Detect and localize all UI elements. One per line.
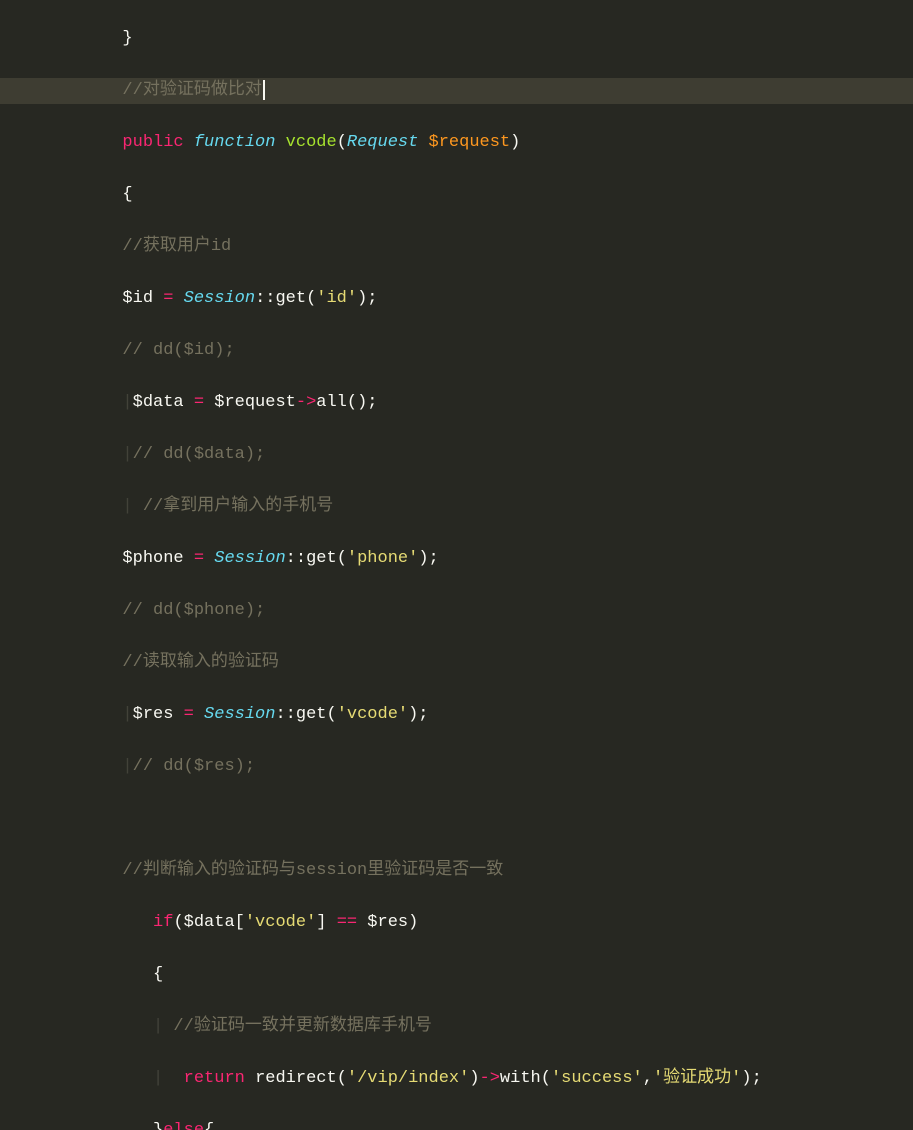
code-line: |$res = Session::get('vcode'); bbox=[0, 702, 913, 728]
code-line: $phone = Session::get('phone'); bbox=[0, 546, 913, 572]
function-name: vcode bbox=[286, 133, 337, 152]
string: 'vcode' bbox=[337, 705, 408, 724]
function-call: redirect bbox=[255, 1069, 337, 1088]
comment: //读取输入的验证码 bbox=[122, 653, 278, 672]
code-line: { bbox=[0, 182, 913, 208]
variable: $data bbox=[184, 913, 235, 932]
code-line: } bbox=[0, 26, 913, 52]
code-line: |// dd($data); bbox=[0, 442, 913, 468]
code-line: | return redirect('/vip/index')->with('s… bbox=[0, 1066, 913, 1092]
variable: $res bbox=[367, 913, 408, 932]
method: get bbox=[275, 289, 306, 308]
comment: //判断输入的验证码与session里验证码是否一致 bbox=[122, 861, 503, 880]
comment: // dd($phone); bbox=[122, 601, 265, 620]
class-name: Session bbox=[204, 705, 275, 724]
code-line: |$data = $request->all(); bbox=[0, 390, 913, 416]
class-name: Session bbox=[214, 549, 285, 568]
code-line: //对验证码做比对 bbox=[0, 78, 913, 104]
brace: { bbox=[204, 1121, 214, 1130]
text-cursor bbox=[263, 80, 265, 100]
string: '/vip/index' bbox=[347, 1069, 469, 1088]
code-line: public function vcode(Request $request) bbox=[0, 130, 913, 156]
operator: == bbox=[337, 913, 357, 932]
string: '验证成功' bbox=[653, 1069, 741, 1088]
keyword-return: return bbox=[184, 1069, 245, 1088]
keyword-function: function bbox=[194, 133, 276, 152]
code-line: // dd($id); bbox=[0, 338, 913, 364]
code-line: //判断输入的验证码与session里验证码是否一致 bbox=[0, 858, 913, 884]
comment: // dd($id); bbox=[122, 341, 234, 360]
method: get bbox=[296, 705, 327, 724]
string: 'phone' bbox=[347, 549, 418, 568]
code-line: if($data['vcode'] == $res) bbox=[0, 910, 913, 936]
comment: // dd($data); bbox=[133, 445, 266, 464]
string: 'id' bbox=[316, 289, 357, 308]
variable: $data bbox=[133, 393, 184, 412]
string: 'vcode' bbox=[245, 913, 316, 932]
code-line: //读取输入的验证码 bbox=[0, 650, 913, 676]
comment: //对验证码做比对 bbox=[122, 81, 261, 100]
code-line bbox=[0, 806, 913, 832]
code-line: }else{ bbox=[0, 1118, 913, 1130]
code-line: { bbox=[0, 962, 913, 988]
brace: { bbox=[122, 185, 132, 204]
variable: $id bbox=[122, 289, 153, 308]
keyword-else: else bbox=[163, 1121, 204, 1130]
code-line: // dd($phone); bbox=[0, 598, 913, 624]
brace: } bbox=[122, 29, 132, 48]
brace: { bbox=[153, 965, 163, 984]
method: with bbox=[500, 1069, 541, 1088]
method: all bbox=[316, 393, 347, 412]
comment: // dd($res); bbox=[133, 757, 255, 776]
param-type: Request bbox=[347, 133, 418, 152]
code-line: | //验证码一致并更新数据库手机号 bbox=[0, 1014, 913, 1040]
code-line: $id = Session::get('id'); bbox=[0, 286, 913, 312]
comment: //拿到用户输入的手机号 bbox=[133, 497, 334, 516]
class-name: Session bbox=[184, 289, 255, 308]
method: get bbox=[306, 549, 337, 568]
comment: //获取用户id bbox=[122, 237, 231, 256]
code-line: //获取用户id bbox=[0, 234, 913, 260]
code-line: |// dd($res); bbox=[0, 754, 913, 780]
code-line: | //拿到用户输入的手机号 bbox=[0, 494, 913, 520]
param-var: $request bbox=[429, 133, 511, 152]
keyword-if: if bbox=[153, 913, 173, 932]
variable: $res bbox=[133, 705, 174, 724]
brace: } bbox=[153, 1121, 163, 1130]
variable: $request bbox=[214, 393, 296, 412]
code-editor[interactable]: } //对验证码做比对 public function vcode(Reques… bbox=[0, 0, 913, 1130]
string: 'success' bbox=[551, 1069, 643, 1088]
comment: //验证码一致并更新数据库手机号 bbox=[163, 1017, 432, 1036]
keyword-public: public bbox=[122, 133, 183, 152]
variable: $phone bbox=[122, 549, 183, 568]
